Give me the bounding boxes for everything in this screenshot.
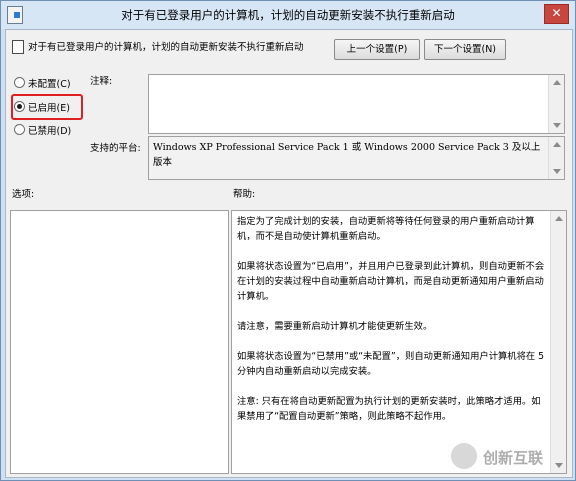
help-scrollbar[interactable]	[550, 211, 566, 473]
options-label: 选项:	[12, 189, 35, 200]
radio-not-configured-circle[interactable]	[14, 77, 25, 88]
policy-document-icon	[12, 40, 24, 54]
options-panel	[10, 210, 229, 474]
scroll-up-icon[interactable]	[555, 216, 563, 221]
window-title: 对于有已登录用户的计算机，计划的自动更新安装不执行重新启动	[121, 8, 455, 22]
comment-label: 注释:	[90, 76, 113, 87]
help-label: 帮助:	[233, 189, 256, 200]
supported-platforms-label: 支持的平台:	[90, 143, 141, 154]
radio-disabled-circle[interactable]	[14, 124, 25, 135]
supported-platforms-scrollbar[interactable]	[548, 137, 564, 179]
previous-setting-button[interactable]: 上一个设置(P)	[334, 39, 420, 60]
supported-platforms-value: Windows XP Professional Service Pack 1 或…	[153, 142, 541, 168]
watermark-text: 创新互联	[483, 449, 544, 467]
radio-not-configured-label: 未配置(C)	[28, 79, 71, 90]
help-paragraph: 注意: 只有在将自动更新配置为执行计划的更新安装时，此策略才适用。如果禁用了“配…	[237, 396, 541, 422]
scroll-up-icon[interactable]	[553, 80, 561, 85]
close-button[interactable]: ✕	[544, 4, 569, 24]
comment-scrollbar[interactable]	[548, 75, 564, 133]
comment-textarea[interactable]	[148, 74, 565, 134]
help-paragraph: 指定为了完成计划的安装，自动更新将等待任何登录的用户重新启动计算机，而不是自动使…	[237, 216, 535, 242]
policy-name: 对于有已登录用户的计算机，计划的自动更新安装不执行重新启动	[28, 42, 304, 53]
dialog-client-area: 对于有已登录用户的计算机，计划的自动更新安装不执行重新启动 上一个设置(P) 下…	[5, 29, 573, 478]
help-paragraph: 如果将状态设置为“已禁用”或“未配置”，则自动更新通知用户计算机将在 5 分钟内…	[237, 351, 545, 377]
watermark-logo-icon	[451, 443, 477, 469]
radio-enabled-label: 已启用(E)	[28, 103, 70, 114]
help-paragraph: 如果将状态设置为“已启用”，并且用户已登录到此计算机，则自动更新不会在计划的安装…	[237, 261, 545, 302]
supported-platforms-box: Windows XP Professional Service Pack 1 或…	[148, 136, 565, 180]
radio-not-configured[interactable]: 未配置(C)	[14, 76, 71, 90]
scroll-down-icon[interactable]	[553, 123, 561, 128]
scroll-up-icon[interactable]	[553, 142, 561, 147]
scroll-down-icon[interactable]	[553, 169, 561, 174]
help-paragraph: 请注意，需要重新启动计算机才能使更新生效。	[237, 321, 433, 332]
radio-disabled-label: 已禁用(D)	[28, 126, 72, 137]
help-text: 指定为了完成计划的安装，自动更新将等待任何登录的用户重新启动计算机，而不是自动使…	[237, 214, 549, 439]
title-bar: 对于有已登录用户的计算机，计划的自动更新安装不执行重新启动 ✕	[1, 1, 575, 29]
next-setting-button[interactable]: 下一个设置(N)	[424, 39, 506, 60]
radio-disabled[interactable]: 已禁用(D)	[14, 123, 71, 137]
radio-enabled-circle[interactable]	[14, 101, 25, 112]
policy-settings-window: 对于有已登录用户的计算机，计划的自动更新安装不执行重新启动 ✕ 对于有已登录用户…	[0, 0, 576, 481]
watermark: 创新互联	[451, 442, 561, 472]
help-panel: 指定为了完成计划的安装，自动更新将等待任何登录的用户重新启动计算机，而不是自动使…	[231, 210, 567, 474]
radio-enabled[interactable]: 已启用(E)	[14, 100, 70, 114]
